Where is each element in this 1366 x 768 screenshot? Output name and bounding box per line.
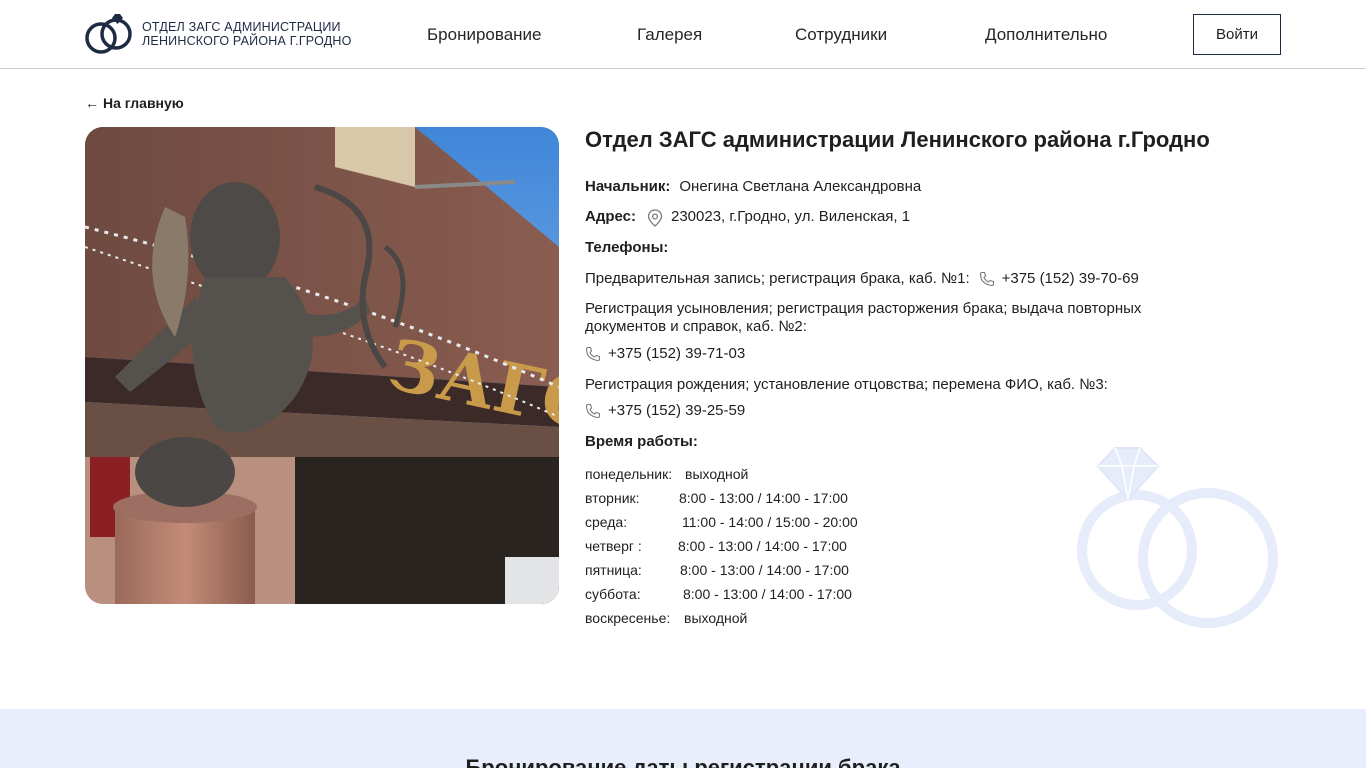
hours-label: Время работы:	[585, 433, 698, 450]
phone2-description: Регистрация усыновления; регистрация рас…	[585, 300, 1185, 336]
phone2-number[interactable]: +375 (152) 39-71-03	[608, 345, 745, 363]
phone-icon	[585, 346, 601, 362]
building-photo: ЗАГС	[85, 127, 559, 604]
schedule-hours: 8:00 - 13:00 / 14:00 - 17:00	[679, 490, 848, 506]
head-label: Начальник:	[585, 178, 671, 195]
phone3-number[interactable]: +375 (152) 39-25-59	[608, 402, 745, 420]
phone2-row: +375 (152) 39-71-03	[585, 345, 745, 363]
phones-label: Телефоны:	[585, 239, 669, 256]
head-row: Начальник: Онегина Светлана Александровн…	[585, 178, 921, 196]
nav-more[interactable]: Дополнительно	[985, 22, 1107, 48]
site-header: ОТДЕЛ ЗАГС АДМИНИСТРАЦИИ ЛЕНИНСКОГО РАЙО…	[0, 0, 1366, 69]
schedule-hours: 8:00 - 13:00 / 14:00 - 17:00	[680, 562, 849, 578]
phone3-desc-row: Регистрация рождения; установление отцов…	[585, 376, 1108, 394]
location-pin-icon	[647, 209, 663, 227]
address-value: 230023, г.Гродно, ул. Виленская, 1	[671, 208, 911, 225]
phone1-description: Предварительная запись; регистрация брак…	[585, 270, 970, 287]
nav-booking[interactable]: Бронирование	[427, 22, 542, 48]
login-button[interactable]: Войти	[1193, 14, 1281, 55]
schedule-hours: выходной	[684, 610, 748, 626]
hours-label-row: Время работы:	[585, 433, 707, 451]
phone2-description-line1: Регистрация усыновления; регистрация рас…	[585, 300, 1142, 317]
booking-section-title: Бронирование даты регистрации брака	[465, 755, 901, 768]
arrow-left-icon: ←	[85, 95, 99, 111]
phone1-number[interactable]: +375 (152) 39-70-69	[1002, 270, 1139, 288]
schedule-hours: 8:00 - 13:00 / 14:00 - 17:00	[678, 538, 847, 554]
phone3-row: +375 (152) 39-25-59	[585, 402, 745, 420]
phone3-description: Регистрация рождения; установление отцов…	[585, 376, 1108, 393]
schedule-hours: выходной	[685, 466, 749, 482]
phone1-row: Предварительная запись; регистрация брак…	[585, 270, 1139, 288]
page-title: Отдел ЗАГС администрации Ленинского райо…	[585, 127, 1210, 152]
schedule-day: четверг :	[585, 538, 642, 554]
address-label: Адрес:	[585, 208, 636, 225]
phone2-description-line2: документов и справок, каб. №2:	[585, 318, 807, 335]
phone-icon	[585, 403, 601, 419]
phones-label-row: Телефоны:	[585, 239, 677, 257]
schedule-day: воскресенье:	[585, 610, 671, 626]
schedule-hours: 8:00 - 13:00 / 14:00 - 17:00	[683, 586, 852, 602]
back-link-label: На главную	[103, 95, 184, 111]
schedule-hours: 11:00 - 14:00 / 15:00 - 20:00	[682, 514, 858, 530]
rings-decor-icon	[1070, 444, 1285, 644]
booking-section: Бронирование даты регистрации брака	[0, 709, 1366, 768]
main-nav: Бронирование Галерея Сотрудники Дополнит…	[0, 22, 1366, 48]
schedule-day: пятница:	[585, 562, 642, 578]
schedule-day: понедельник:	[585, 466, 673, 482]
schedule-day: вторник:	[585, 490, 640, 506]
schedule-day: среда:	[585, 514, 628, 530]
nav-gallery[interactable]: Галерея	[637, 22, 702, 48]
head-value: Онегина Светлана Александровна	[679, 178, 922, 195]
nav-staff[interactable]: Сотрудники	[795, 22, 887, 48]
back-to-home-link[interactable]: ← На главную	[85, 95, 184, 111]
schedule-day: суббота:	[585, 586, 641, 602]
address-row: Адрес: 230023, г.Гродно, ул. Виленская, …	[585, 208, 911, 227]
phone-icon	[979, 271, 995, 287]
